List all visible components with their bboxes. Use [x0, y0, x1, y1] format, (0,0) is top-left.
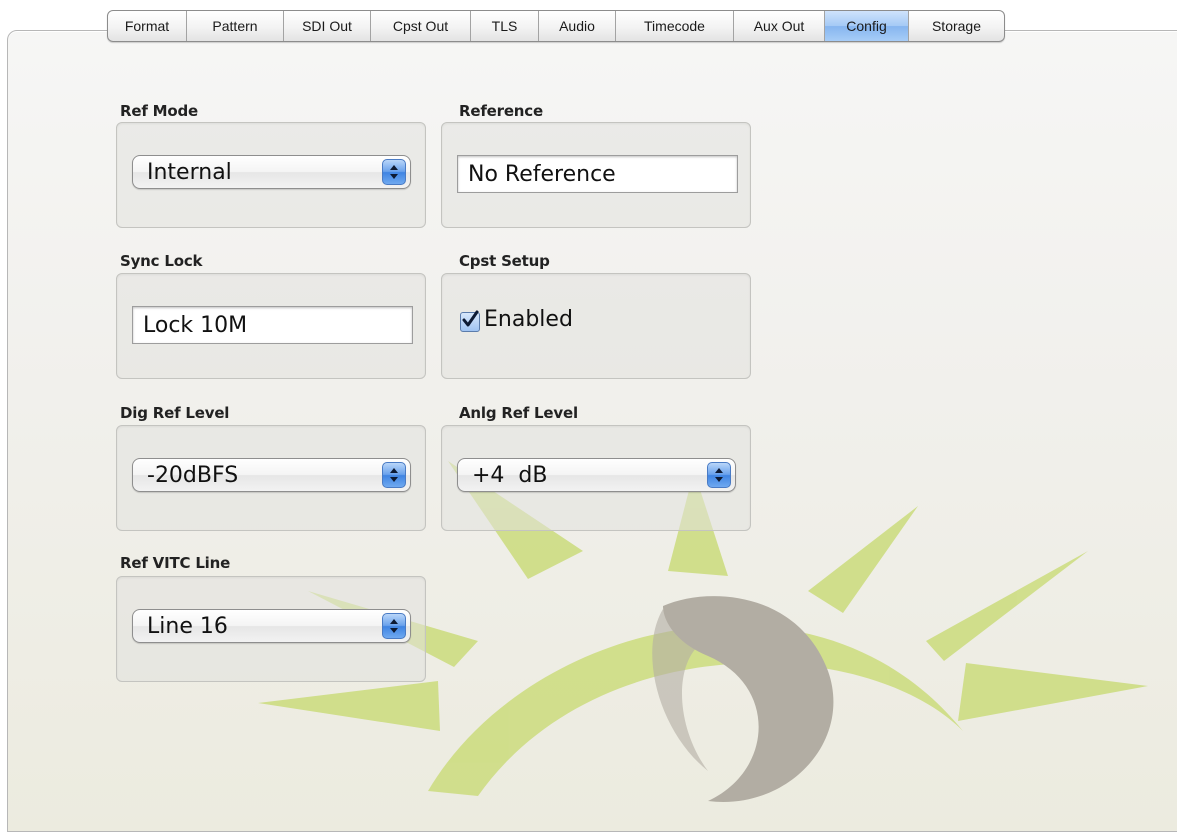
enabled-checkbox[interactable]: [460, 310, 480, 332]
ref-vitc-line-group: Line 16: [116, 576, 426, 682]
sync-lock-value: Lock 10M: [143, 313, 248, 338]
up-down-arrows-icon: [382, 462, 406, 488]
reference-field[interactable]: No Reference: [457, 155, 738, 193]
anlg-ref-level-value: +4 dB: [472, 463, 548, 488]
dig-ref-level-group: -20dBFS: [116, 425, 426, 531]
ref-mode-value: Internal: [147, 160, 232, 185]
ref-mode-label: Ref Mode: [120, 102, 199, 120]
sync-lock-group: Lock 10M: [116, 273, 426, 379]
tab-cpst-out[interactable]: Cpst Out: [370, 11, 470, 41]
ref-vitc-line-label: Ref VITC Line: [120, 554, 231, 572]
tab-storage[interactable]: Storage: [908, 11, 1004, 41]
anlg-ref-level-group: +4 dB: [441, 425, 751, 531]
ref-vitc-line-value: Line 16: [147, 614, 228, 639]
tab-timecode[interactable]: Timecode: [615, 11, 733, 41]
tab-format[interactable]: Format: [108, 11, 186, 41]
reference-value: No Reference: [468, 162, 616, 187]
enabled-label[interactable]: Enabled: [484, 307, 573, 332]
tab-audio[interactable]: Audio: [538, 11, 615, 41]
ref-vitc-line-popup[interactable]: Line 16: [132, 609, 411, 643]
tab-pattern[interactable]: Pattern: [186, 11, 283, 41]
tab-aux-out[interactable]: Aux Out: [733, 11, 824, 41]
cpst-setup-label: Cpst Setup: [459, 252, 550, 270]
sync-lock-field[interactable]: Lock 10M: [132, 306, 413, 344]
checkmark-icon: [462, 310, 479, 327]
anlg-ref-level-popup[interactable]: +4 dB: [457, 458, 736, 492]
tab-config[interactable]: Config: [824, 11, 908, 41]
reference-group: No Reference: [441, 122, 751, 228]
dig-ref-level-popup[interactable]: -20dBFS: [132, 458, 411, 492]
tab-bar: Format Pattern SDI Out Cpst Out TLS Audi…: [107, 10, 1005, 42]
up-down-arrows-icon: [382, 159, 406, 185]
up-down-arrows-icon: [382, 613, 406, 639]
dig-ref-level-label: Dig Ref Level: [120, 404, 230, 422]
cpst-setup-group: Enabled: [441, 273, 751, 379]
ref-mode-group: Internal: [116, 122, 426, 228]
sync-lock-label: Sync Lock: [120, 252, 203, 270]
dig-ref-level-value: -20dBFS: [147, 463, 239, 488]
reference-label: Reference: [459, 102, 543, 120]
anlg-ref-level-label: Anlg Ref Level: [459, 404, 578, 422]
up-down-arrows-icon: [707, 462, 731, 488]
ref-mode-popup[interactable]: Internal: [132, 155, 411, 189]
tab-tls[interactable]: TLS: [470, 11, 538, 41]
tab-sdi-out[interactable]: SDI Out: [283, 11, 370, 41]
